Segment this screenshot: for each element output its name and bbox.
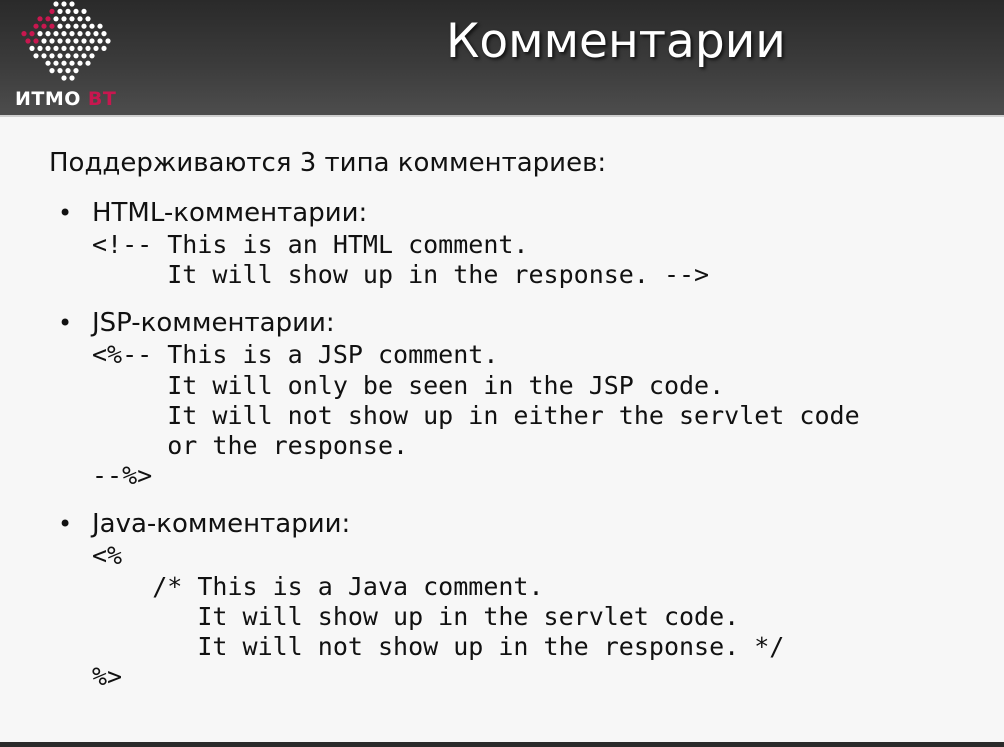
logo-dot: [49, 8, 55, 14]
logo-dot: [85, 30, 91, 37]
logo-dot: [85, 60, 91, 66]
logo-dot: [89, 23, 95, 29]
item-title: Java-комментарии:: [92, 509, 351, 540]
logo-dot: [45, 45, 51, 52]
logo-dot: [25, 38, 31, 44]
logo-dot: [57, 8, 63, 14]
logo-dot: [53, 45, 59, 52]
logo-dot: [69, 75, 75, 81]
logo-dot: [89, 38, 95, 44]
logo-dot: [53, 30, 59, 37]
logo-dot: [61, 16, 67, 22]
bullet: •: [58, 199, 73, 227]
list-item-java-comments: • Java-комментарии: <% /* This is a Java…: [49, 507, 979, 692]
page-title: Комментарии: [446, 14, 786, 69]
logo-dot: [81, 8, 87, 14]
logo-dot: [33, 38, 39, 44]
logo-dot: [41, 23, 47, 29]
logo-dot: [45, 16, 51, 22]
logo-dot: [45, 60, 51, 66]
logo-dot: [81, 53, 87, 59]
logo-dot: [77, 30, 83, 37]
logo-dot: [61, 60, 67, 66]
list-item-jsp-comments: • JSP-комментарии: <%-- This is a JSP co…: [49, 306, 979, 491]
slide: ИТМО ВТ Комментарии Поддерживаются 3 типа…: [0, 0, 1004, 747]
logo-dot: [41, 38, 47, 44]
slide-content: Поддерживаются 3 типа комментариев: • HT…: [49, 144, 979, 708]
item-title: HTML-комментарии:: [92, 198, 368, 228]
logo-dot: [69, 30, 75, 37]
list-item-html-comments: • HTML-комментарии: <!-- This is an HTML…: [49, 196, 979, 290]
logo-dot: [69, 60, 75, 66]
logo-dot: [93, 45, 99, 52]
dot-grid-logo-icon: [21, 1, 111, 81]
logo-dot: [49, 38, 55, 44]
logo-dot: [101, 45, 107, 52]
logo-dot: [77, 16, 83, 22]
bullet: •: [58, 309, 73, 338]
logo-dot: [69, 1, 75, 7]
logo-dot: [77, 60, 83, 66]
logo-dot: [73, 8, 79, 14]
logo-dot: [65, 23, 71, 29]
logo-dot: [49, 53, 55, 59]
intro-text: Поддерживаются 3 типа комментариев:: [49, 148, 607, 178]
logo-dot: [65, 53, 71, 59]
logo-dot: [73, 53, 79, 59]
logo-dot: [29, 45, 35, 52]
logo-dot: [89, 53, 95, 59]
logo-dot: [41, 53, 47, 59]
logo-dot: [85, 16, 91, 22]
logo-text-vt: ВТ: [87, 88, 117, 110]
logo-dot: [21, 30, 27, 37]
logo-dot: [77, 45, 83, 52]
logo-dot: [97, 38, 103, 44]
logo-dot: [61, 75, 67, 81]
logo-dot: [73, 68, 79, 74]
logo-dot: [37, 16, 43, 22]
logo-dot: [37, 30, 43, 37]
header-bar: ИТМО ВТ Комментарии: [0, 0, 1004, 117]
logo-dot: [49, 68, 55, 74]
logo-text: ИТМО ВТ: [15, 88, 116, 110]
logo-dot: [65, 68, 71, 74]
logo-dot: [73, 38, 79, 44]
logo-dot: [29, 30, 35, 37]
code-block: <%-- This is a JSP comment. It will only…: [92, 340, 860, 491]
logo-dot: [53, 1, 59, 7]
itmo-logo: ИТМО ВТ: [14, 0, 124, 112]
logo-dot: [105, 38, 111, 44]
bullet: •: [58, 510, 73, 539]
logo-dot: [49, 23, 55, 29]
code-block: <% /* This is a Java comment. It will sh…: [92, 541, 785, 692]
logo-dot: [61, 1, 67, 7]
logo-dot: [101, 30, 107, 37]
logo-dot: [53, 16, 59, 22]
logo-text-itmo: ИТМО: [15, 88, 81, 110]
item-title: JSP-комментарии:: [92, 308, 335, 339]
logo-dot: [97, 23, 103, 29]
footer-bar: [0, 742, 1004, 747]
logo-dot: [69, 16, 75, 22]
logo-dot: [73, 23, 79, 29]
logo-dot: [33, 23, 39, 29]
logo-dot: [65, 38, 71, 44]
logo-dot: [33, 53, 39, 59]
logo-dot: [93, 30, 99, 37]
code-block: <!-- This is an HTML comment. It will sh…: [92, 230, 710, 290]
logo-dot: [61, 30, 67, 37]
logo-dot: [81, 23, 87, 29]
logo-dot: [57, 53, 63, 59]
logo-dot: [57, 23, 63, 29]
logo-dot: [45, 30, 51, 37]
logo-dot: [61, 45, 67, 52]
logo-dot: [69, 45, 75, 52]
logo-dot: [81, 38, 87, 44]
logo-dot: [37, 45, 43, 52]
logo-dot: [85, 45, 91, 52]
logo-dot: [53, 60, 59, 66]
logo-dot: [57, 68, 63, 74]
logo-dot: [65, 8, 71, 14]
logo-dot: [57, 38, 63, 44]
